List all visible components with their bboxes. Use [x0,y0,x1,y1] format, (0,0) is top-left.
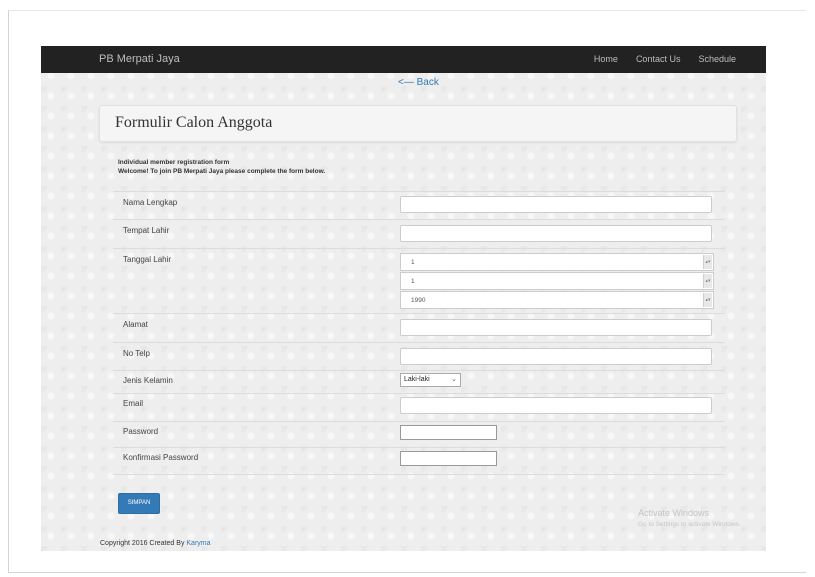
header-panel: Formulir Calon Anggota [99,105,737,142]
spin-arrows-icon: ▴▾ [703,293,712,307]
row-divider [113,474,725,475]
phone-input[interactable] [400,348,712,365]
nav-contact-link[interactable]: Contact Us [636,54,681,64]
row-divider [113,342,725,343]
full-name-input[interactable] [400,196,712,213]
nav-home-link[interactable]: Home [594,54,618,64]
row-divider [113,370,725,371]
row-divider [113,447,725,448]
email-label: Email [123,399,144,408]
back-link[interactable]: <— Back [398,77,439,88]
birthdate-label: Tanggal Lahir [123,255,172,264]
page-title: Formulir Calon Anggota [115,114,273,131]
row-divider [113,219,725,220]
email-input[interactable] [400,397,712,414]
nav-schedule-link[interactable]: Schedule [698,54,736,64]
submit-button[interactable]: SIMPAN [118,493,160,514]
chevron-down-icon: ⌄ [451,376,457,383]
intro-line-2: Welcome! To join PB Merpati Jaya please … [118,168,326,175]
birth-month-value: 1 [411,278,415,285]
gender-label: Jenis Kelamin [123,376,173,385]
footer-text: Copyright 2016 Created By [100,540,185,547]
password-input[interactable] [400,425,497,440]
intro-line-1: Individual member registration form [118,159,230,166]
nav-links: Home Contact Us Schedule [594,54,736,64]
row-divider [113,393,725,394]
address-label: Alamat [123,320,148,329]
birthplace-label: Tempat Lahir [123,226,170,235]
full-name-label: Nama Lengkap [123,198,178,207]
confirm-password-label: Konfirmasi Password [123,453,199,462]
spin-arrows-icon: ▴▾ [703,274,712,288]
address-input[interactable] [400,319,712,336]
spin-arrows-icon: ▴▾ [703,255,712,269]
row-divider [113,313,725,314]
top-navbar: PB Merpati Jaya Home Contact Us Schedule [41,46,766,73]
birth-day-select[interactable]: 1 ▴▾ [400,253,714,271]
birth-year-value: 1990 [411,297,426,304]
phone-label: No Telp [123,349,150,358]
confirm-password-input[interactable] [400,451,497,466]
row-divider [113,421,725,422]
row-divider [113,191,725,192]
brand-link[interactable]: PB Merpati Jaya [99,53,180,65]
activate-windows-watermark: Activate Windows Go to Settings to activ… [638,507,741,531]
footer: Copyright 2016 Created By Karyma [100,540,211,547]
gender-select[interactable]: Laki-laki ⌄ [400,373,461,387]
watermark-title: Activate Windows [638,508,710,518]
form-intro: Individual member registration form Welc… [118,158,325,176]
watermark-subtitle: Go to Settings to activate Windows. [638,521,741,528]
footer-author-link[interactable]: Karyma [186,540,210,547]
birth-month-select[interactable]: 1 ▴▾ [400,272,714,290]
gender-value: Laki-laki [404,376,430,383]
birthplace-input[interactable] [400,225,712,242]
password-label: Password [123,427,159,436]
birth-day-value: 1 [411,259,415,266]
row-divider [113,248,725,249]
birth-year-select[interactable]: 1990 ▴▾ [400,291,714,309]
